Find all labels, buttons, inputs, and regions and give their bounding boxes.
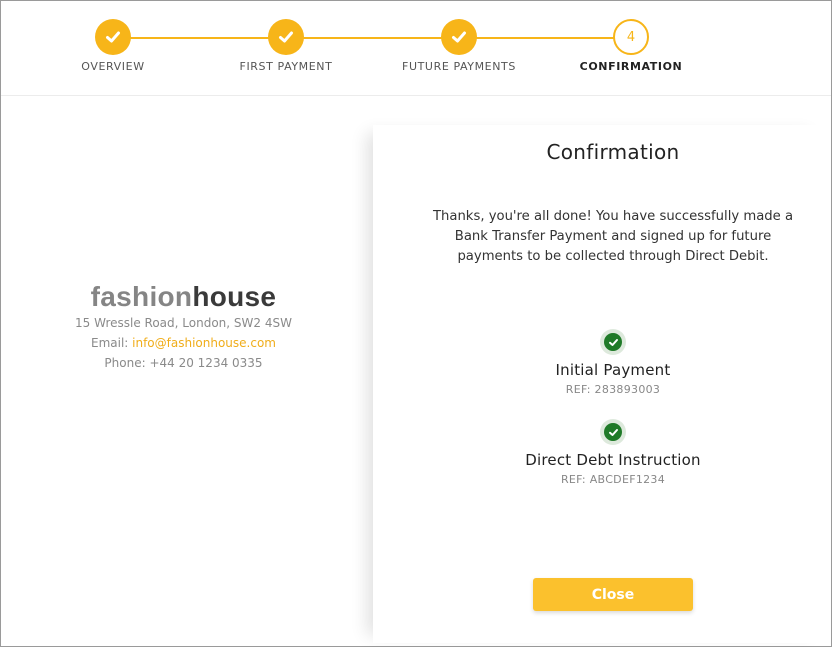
item-ref: REF: 283893003 (565, 383, 661, 396)
progress-stepper: OVERVIEW FIRST PAYMENT FUTURE PAYMENTS 4… (1, 1, 831, 96)
merchant-phone: Phone: +44 20 1234 0335 (104, 356, 263, 370)
step-confirmation: 4 CONFIRMATION (546, 19, 716, 73)
email-label: Email: (90, 336, 133, 350)
direct-debit-item: Direct Debt Instruction REF: ABCDEF1234 (373, 419, 832, 486)
item-title: Initial Payment (555, 361, 671, 379)
check-icon (441, 19, 477, 55)
merchant-info: fashionhouse 15 Wressle Road, London, SW… (21, 281, 346, 373)
item-ref: REF: ABCDEF1234 (560, 473, 666, 486)
window-frame: OVERVIEW FIRST PAYMENT FUTURE PAYMENTS 4… (0, 0, 832, 647)
initial-payment-item: Initial Payment REF: 283893003 (373, 329, 832, 396)
confirmation-message: Thanks, you're all done! You have succes… (432, 209, 794, 264)
item-title: Direct Debt Instruction (525, 451, 701, 469)
confirmation-panel: Confirmation Thanks, you're all done! Yo… (373, 125, 831, 643)
step-label: FIRST PAYMENT (239, 60, 333, 73)
step-overview: OVERVIEW (28, 19, 198, 73)
logo-part-2: house (192, 281, 277, 312)
merchant-email-line: Email: info@fashionhouse.com (21, 333, 346, 353)
logo-part-1: fashion (90, 281, 193, 312)
step-first-payment: FIRST PAYMENT (201, 19, 371, 73)
check-circle-icon (600, 419, 626, 445)
step-number: 4 (613, 19, 649, 55)
page-title: Confirmation (546, 140, 680, 164)
merchant-logo: fashionhouse (21, 281, 346, 313)
close-button[interactable]: Close (533, 578, 693, 611)
step-future-payments: FUTURE PAYMENTS (374, 19, 544, 73)
step-label: CONFIRMATION (579, 60, 683, 73)
check-icon (268, 19, 304, 55)
check-icon (95, 19, 131, 55)
email-link[interactable]: info@fashionhouse.com (132, 336, 276, 350)
merchant-address: 15 Wressle Road, London, SW2 4SW (75, 316, 292, 330)
step-label: FUTURE PAYMENTS (402, 60, 516, 73)
check-circle-icon (600, 329, 626, 355)
step-label: OVERVIEW (81, 60, 145, 73)
